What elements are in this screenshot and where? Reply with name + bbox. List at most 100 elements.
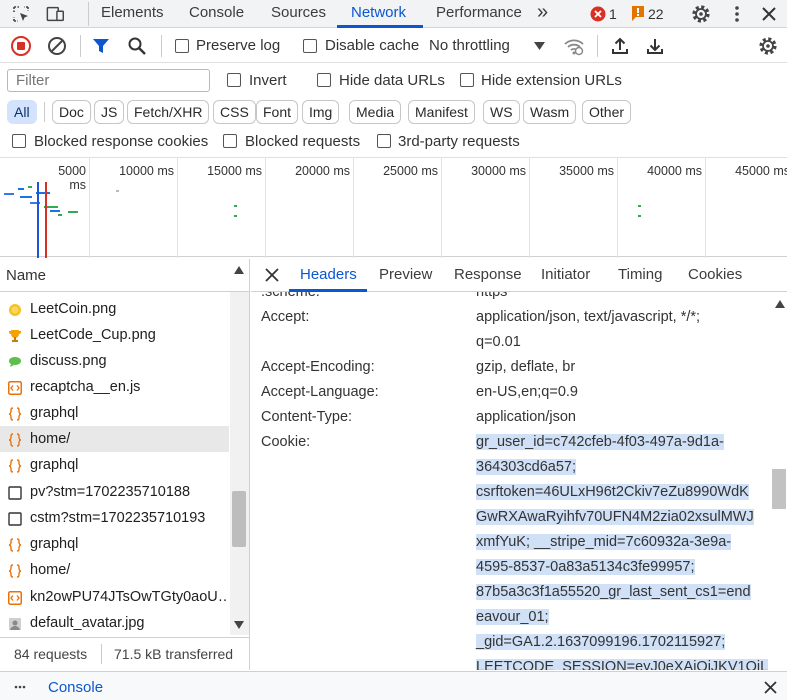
tab-performance[interactable]: Performance [436, 4, 522, 21]
tab-response[interactable]: Response [454, 266, 522, 283]
request-name: home/ [30, 562, 71, 578]
close-drawer-icon[interactable] [764, 681, 777, 694]
scroll-up-arrow-icon[interactable] [234, 266, 244, 274]
blocked-requests-checkbox[interactable] [223, 134, 237, 148]
invert-checkbox[interactable] [227, 73, 241, 87]
type-filter-css[interactable]: CSS [213, 100, 256, 124]
request-name: LeetCode_Cup.png [30, 327, 156, 343]
cookie-line: xmfYuK; __stripe_mid=7c60932a-3e9a- [476, 534, 732, 550]
error-icon[interactable] [590, 6, 606, 22]
detail-scrollbar-thumb[interactable] [772, 469, 786, 509]
request-row[interactable]: graphql [0, 400, 229, 426]
header-value[interactable]: q=0.01 [476, 334, 521, 350]
more-options-icon[interactable] [727, 4, 747, 24]
search-icon[interactable] [127, 36, 147, 56]
warning-icon[interactable] [632, 6, 644, 21]
header-name: :scheme: [261, 292, 320, 300]
tab-network[interactable]: Network [351, 4, 406, 21]
clear-icon[interactable] [47, 36, 67, 56]
header-value[interactable]: gzip, deflate, br [476, 359, 575, 375]
type-filter-js[interactable]: JS [94, 100, 125, 124]
close-detail-icon[interactable] [265, 268, 279, 282]
throttling-select[interactable]: No throttling [429, 37, 510, 54]
tab-timing[interactable]: Timing [618, 266, 662, 283]
tab-elements[interactable]: Elements [101, 4, 164, 21]
request-row[interactable]: cstm?stm=1702235710193 [0, 505, 229, 531]
type-filter-doc[interactable]: Doc [52, 100, 91, 124]
preserve-log-checkbox[interactable] [175, 39, 189, 53]
name-column-header[interactable]: Name [0, 259, 249, 292]
type-filter-ws[interactable]: WS [483, 100, 520, 124]
third-party-requests-checkbox[interactable] [377, 134, 391, 148]
request-name: home/ [30, 431, 71, 447]
type-filter-wasm[interactable]: Wasm [523, 100, 577, 124]
tab-sources[interactable]: Sources [271, 4, 326, 21]
close-devtools-icon[interactable] [759, 4, 779, 24]
filter-funnel-icon[interactable] [92, 37, 110, 55]
tab-headers[interactable]: Headers [300, 266, 357, 283]
blocked-response-cookies-checkbox[interactable] [12, 134, 26, 148]
request-row[interactable]: LeetCode_Cup.png [0, 322, 229, 348]
request-row-selected[interactable]: home/ [0, 426, 229, 452]
inspect-element-icon[interactable] [11, 4, 31, 24]
request-row[interactable]: LeetCoin.png [0, 296, 229, 322]
request-name: graphql [30, 457, 79, 473]
divider [597, 35, 598, 57]
request-row[interactable]: default_avatar.jpg [0, 610, 229, 636]
request-name: cstm?stm=1702235710193 [30, 510, 206, 526]
network-overview-timeline[interactable]: 5000 ms 10000 ms 15000 ms 20000 ms 25000… [0, 157, 787, 258]
more-tabs-icon[interactable]: » [537, 1, 548, 24]
request-name: default_avatar.jpg [30, 615, 145, 631]
divider [44, 102, 45, 122]
issues-count: 22 [648, 6, 664, 22]
divider [88, 2, 89, 26]
network-settings-gear-icon[interactable] [758, 36, 778, 56]
hide-data-urls-checkbox[interactable] [317, 73, 331, 87]
header-name: Accept-Encoding: [261, 359, 375, 375]
network-conditions-wifi-icon[interactable] [563, 36, 585, 56]
third-party-requests-label: 3rd-party requests [398, 133, 520, 150]
tab-cookies[interactable]: Cookies [688, 266, 742, 283]
type-filter-media[interactable]: Media [349, 100, 402, 124]
type-filter-img[interactable]: Img [302, 100, 340, 124]
request-row[interactable]: home/ [0, 557, 229, 583]
drawer-tab-console[interactable]: Console [48, 679, 103, 696]
tab-console[interactable]: Console [189, 4, 244, 21]
type-filter-fetch-xhr[interactable]: Fetch/XHR [127, 100, 210, 124]
drawer-menu-icon[interactable] [14, 681, 26, 693]
request-row[interactable]: kn2owPU74JTsOwTGty0aoU… [0, 584, 229, 610]
hide-extension-urls-checkbox[interactable] [460, 73, 474, 87]
device-toolbar-icon[interactable] [46, 4, 66, 24]
disable-cache-checkbox[interactable] [303, 39, 317, 53]
import-har-upload-icon[interactable] [610, 36, 630, 56]
request-row[interactable]: pv?stm=1702235710188 [0, 479, 229, 505]
cookie-value-selected[interactable]: gr_user_id=c742cfeb-4f03-497a-9d1a- 3643… [476, 430, 769, 670]
request-list-scrollbar-thumb[interactable] [232, 491, 246, 547]
hide-data-urls-label: Hide data URLs [339, 72, 445, 89]
request-list-scrollbar-track[interactable] [230, 292, 249, 635]
request-row[interactable]: discuss.png [0, 348, 229, 374]
filter-input[interactable] [7, 69, 210, 92]
header-value[interactable]: application/json, text/javascript, */*; [476, 309, 700, 325]
request-row[interactable]: graphql [0, 531, 229, 557]
error-count: 1 [609, 6, 617, 22]
type-filter-all[interactable]: All [7, 100, 37, 124]
request-name: recaptcha__en.js [30, 379, 141, 395]
header-value[interactable]: en-US,en;q=0.9 [476, 384, 578, 400]
header-value[interactable]: application/json [476, 409, 576, 425]
tab-preview[interactable]: Preview [379, 266, 432, 283]
type-filter-font[interactable]: Font [256, 100, 299, 124]
scroll-down-arrow-icon[interactable] [234, 621, 244, 629]
detail-scroll-up-arrow-icon[interactable] [775, 300, 785, 308]
tab-initiator[interactable]: Initiator [541, 266, 590, 283]
request-row[interactable]: graphql [0, 452, 229, 478]
divider [161, 35, 162, 57]
dropdown-arrow-icon[interactable] [534, 42, 545, 50]
request-row[interactable]: recaptcha__en.js [0, 374, 229, 400]
type-filter-manifest[interactable]: Manifest [408, 100, 475, 124]
record-stop-icon[interactable] [11, 36, 31, 56]
export-har-download-icon[interactable] [645, 36, 665, 56]
type-filter-other[interactable]: Other [582, 100, 632, 124]
settings-gear-icon[interactable] [691, 4, 711, 24]
cookie-line: 364303cd6a57; [476, 459, 576, 475]
